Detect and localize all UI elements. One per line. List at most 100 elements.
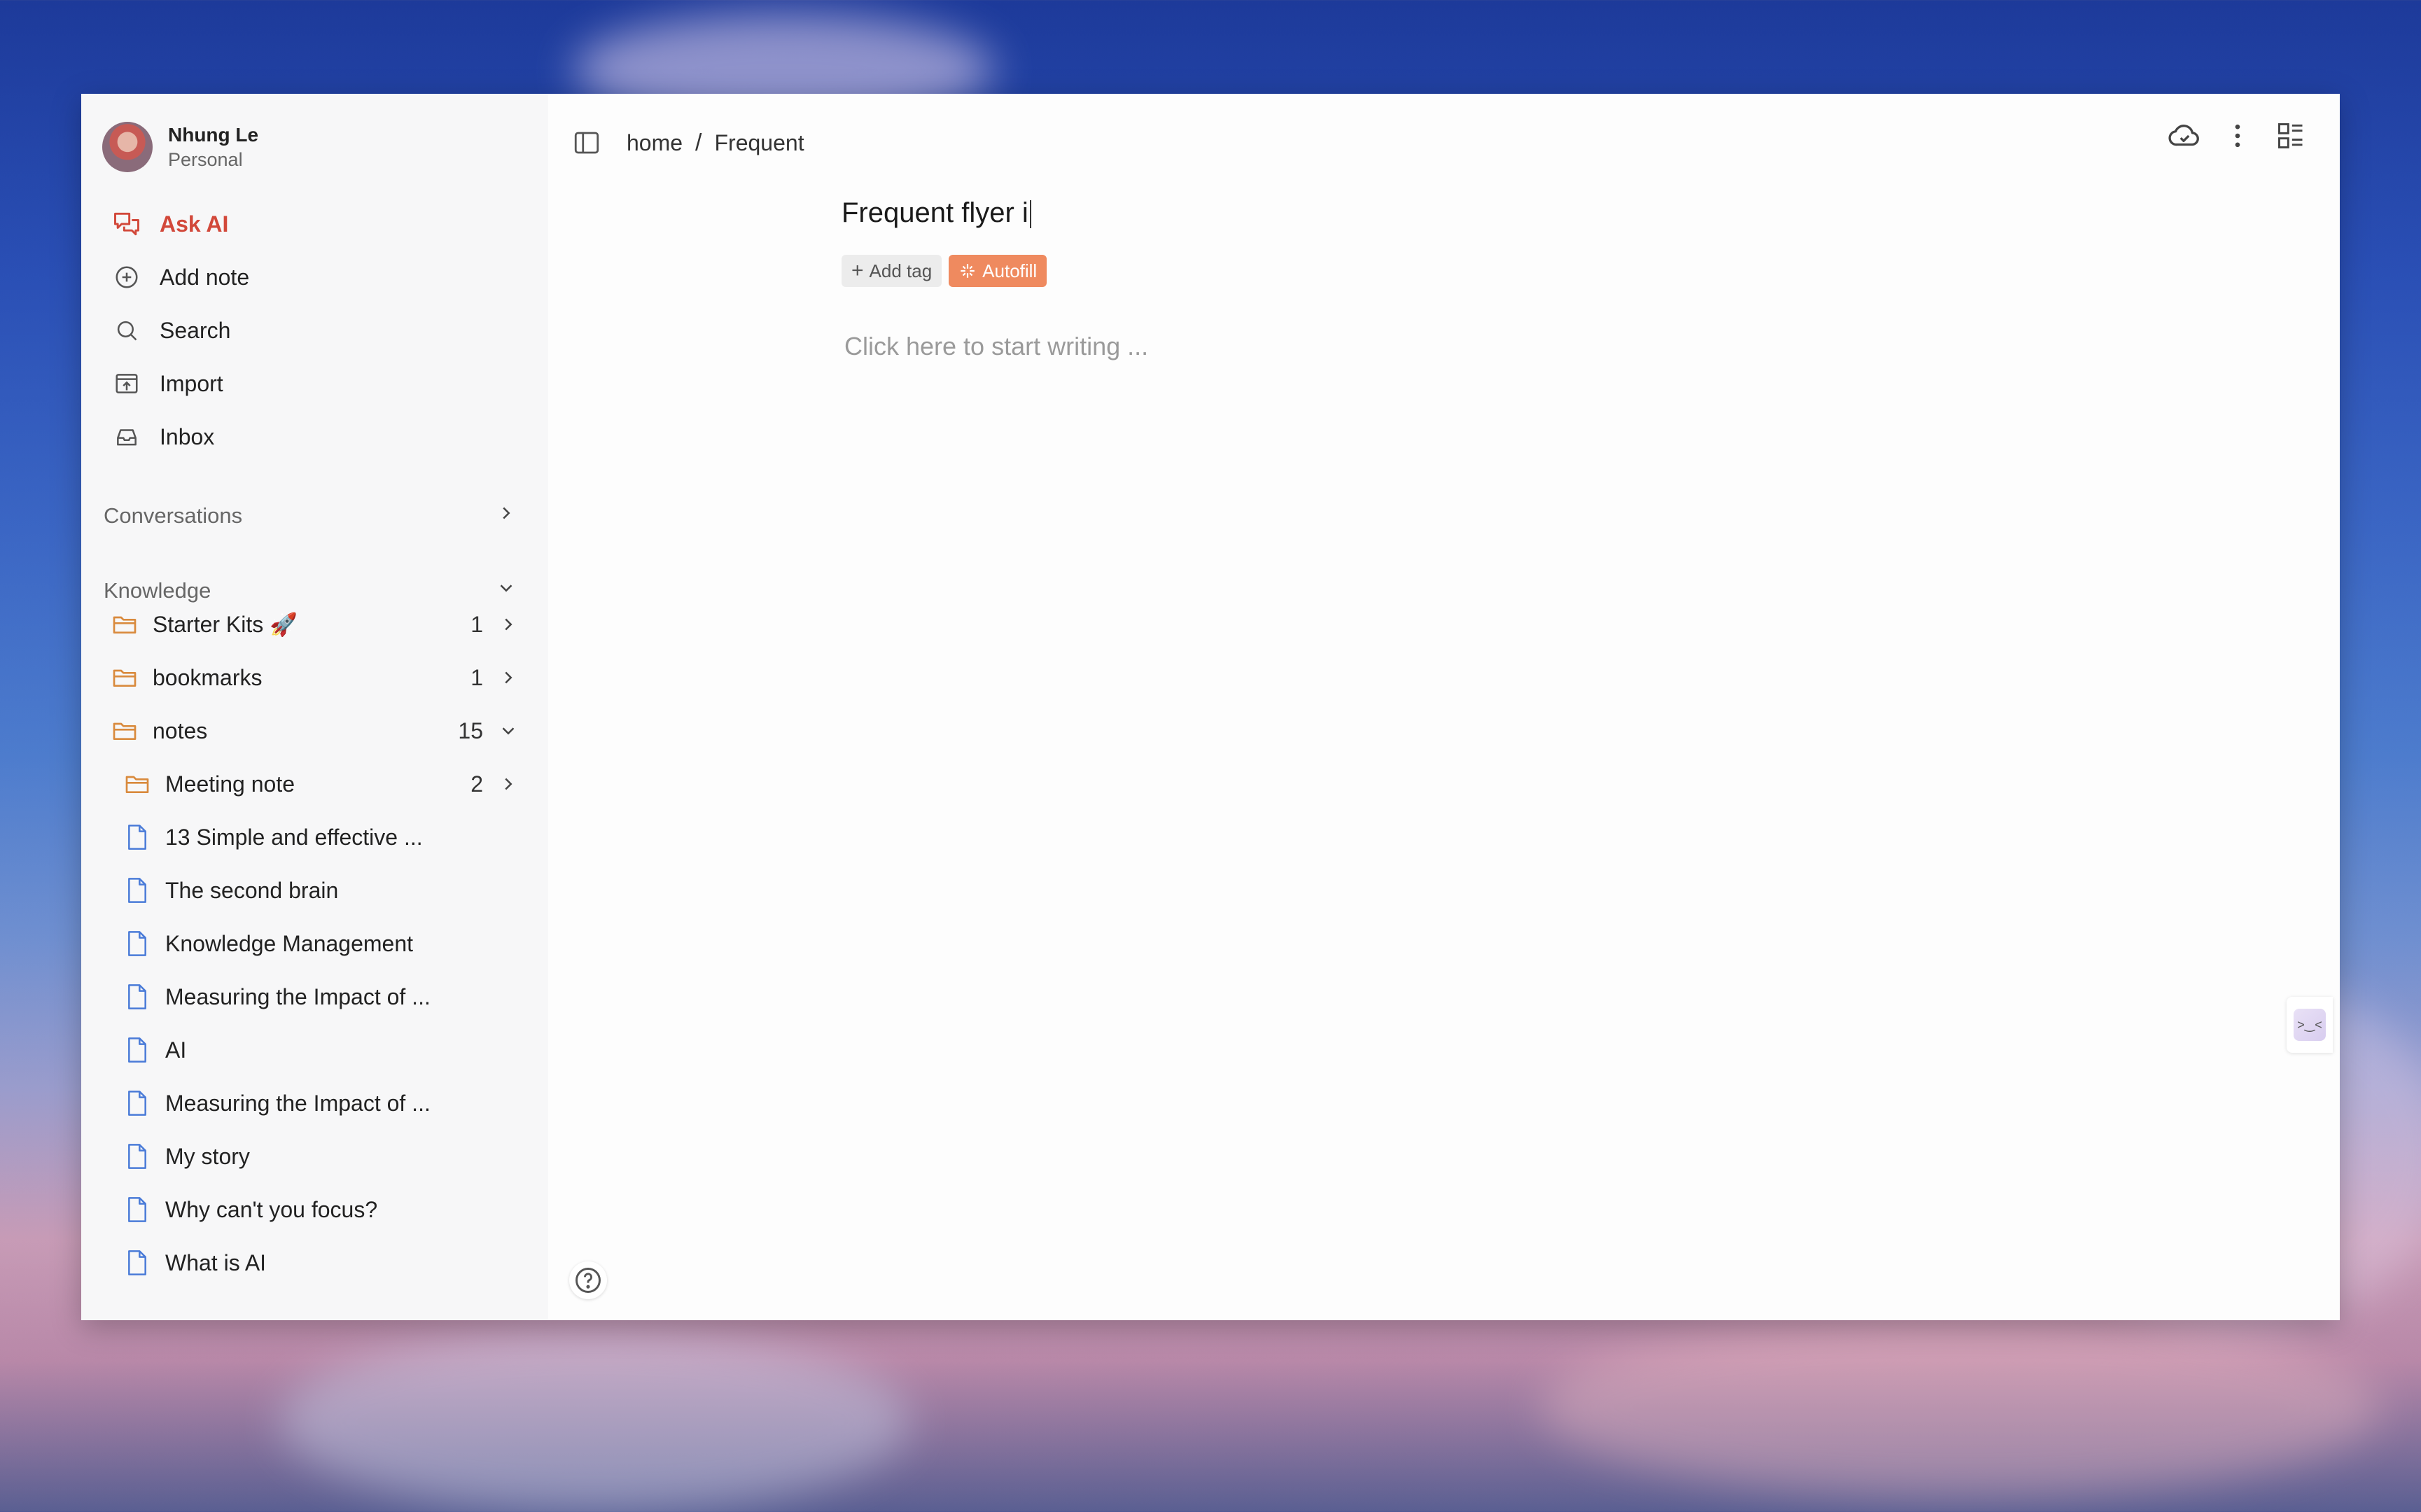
chevron-right-icon[interactable] <box>494 664 522 692</box>
assistant-widget[interactable]: >‿< <box>2287 997 2333 1053</box>
note-label: Knowledge Management <box>165 930 414 956</box>
folder-meeting-note[interactable]: Meeting note 2 <box>122 763 522 805</box>
folder-icon <box>109 609 140 640</box>
note-label: Measuring the Impact of ... <box>165 1090 431 1116</box>
note-title-text: Frequent flyer i <box>842 197 1028 228</box>
document-icon <box>122 1035 153 1065</box>
document-icon <box>122 1141 153 1172</box>
conversations-label: Conversations <box>104 503 243 528</box>
search-button[interactable]: Search <box>109 309 230 351</box>
add-note-label: Add note <box>160 264 250 290</box>
breadcrumb-separator: / <box>695 129 702 156</box>
top-bar: home / Frequent <box>548 122 2340 164</box>
folder-notes[interactable]: notes 15 <box>109 710 522 752</box>
note-item[interactable]: My story <box>122 1135 250 1177</box>
plus-circle-icon <box>109 260 144 295</box>
document-icon <box>122 1247 153 1278</box>
document-icon <box>122 1194 153 1225</box>
assistant-face-icon: >‿< <box>2294 1009 2326 1041</box>
folder-bookmarks[interactable]: bookmarks 1 <box>109 657 522 699</box>
sparkle-icon <box>958 262 977 280</box>
note-item[interactable]: Why can't you focus? <box>122 1189 377 1231</box>
note-item[interactable]: 13 Simple and effective ... <box>122 816 423 858</box>
conversations-section-header[interactable]: Conversations <box>104 498 517 533</box>
add-note-button[interactable]: Add note <box>109 256 249 298</box>
inbox-icon <box>109 419 144 454</box>
main-content: home / Frequent Frequent flyer i + Add t… <box>548 94 2340 1320</box>
import-icon <box>109 366 144 401</box>
more-vertical-icon[interactable] <box>2217 115 2259 157</box>
folder-label: Starter Kits 🚀 <box>153 612 298 637</box>
note-label: AI <box>165 1037 187 1063</box>
folder-starter-kits[interactable]: Starter Kits 🚀 1 <box>109 603 522 645</box>
avatar <box>102 122 153 172</box>
inbox-button[interactable]: Inbox <box>109 416 214 458</box>
autofill-label: Autofill <box>982 260 1038 281</box>
sidebar: Nhung Le Personal Ask AI Add note Search <box>81 94 548 1320</box>
background-cloud <box>1540 1316 2380 1498</box>
chat-bubbles-icon <box>109 206 144 241</box>
folder-icon <box>109 662 140 693</box>
folder-label: Meeting note <box>165 771 295 797</box>
ask-ai-button[interactable]: Ask AI <box>109 203 228 245</box>
document-icon <box>122 928 153 959</box>
app-window: Nhung Le Personal Ask AI Add note Search <box>81 94 2340 1320</box>
toggle-sidebar-icon[interactable] <box>572 128 601 158</box>
note-label: What is AI <box>165 1250 267 1275</box>
plus-icon: + <box>851 259 864 282</box>
chevron-right-icon[interactable] <box>496 503 517 529</box>
search-icon <box>109 313 144 348</box>
inbox-label: Inbox <box>160 424 215 449</box>
document-icon <box>122 981 153 1012</box>
folder-label: bookmarks <box>153 664 263 690</box>
note-label: Why can't you focus? <box>165 1196 378 1222</box>
knowledge-label: Knowledge <box>104 578 211 603</box>
search-label: Search <box>160 317 231 343</box>
note-item[interactable]: The second brain <box>122 869 338 911</box>
note-item[interactable]: Measuring the Impact of ... <box>122 1082 431 1124</box>
profile-name: Nhung Le <box>168 123 259 146</box>
cloud-sync-icon[interactable] <box>2163 115 2205 157</box>
chevron-down-icon[interactable] <box>496 578 517 604</box>
top-actions <box>2152 115 2312 157</box>
folder-count: 2 <box>470 771 483 797</box>
folder-label: notes <box>153 718 208 743</box>
chevron-down-icon[interactable] <box>494 717 522 745</box>
note-title-input[interactable]: Frequent flyer i <box>842 197 1031 229</box>
chevron-right-icon[interactable] <box>494 610 522 638</box>
note-label: My story <box>165 1143 250 1169</box>
folder-count: 1 <box>470 664 483 690</box>
chevron-right-icon[interactable] <box>494 770 522 798</box>
note-item[interactable]: Measuring the Impact of ... <box>122 976 431 1018</box>
workspace-name: Personal <box>168 148 243 170</box>
note-item[interactable]: Knowledge Management <box>122 923 413 965</box>
autofill-button[interactable]: Autofill <box>949 255 1047 287</box>
breadcrumb-home[interactable]: home <box>627 130 683 156</box>
note-item[interactable]: AI <box>122 1029 186 1071</box>
import-label: Import <box>160 370 223 396</box>
import-button[interactable]: Import <box>109 363 223 405</box>
add-tag-button[interactable]: + Add tag <box>842 255 942 287</box>
add-tag-label: Add tag <box>869 260 933 281</box>
note-item[interactable]: What is AI <box>122 1242 266 1284</box>
document-icon <box>122 875 153 906</box>
folder-icon <box>122 769 153 799</box>
help-button[interactable] <box>569 1261 607 1299</box>
folder-count: 1 <box>470 611 483 637</box>
note-label: The second brain <box>165 877 339 903</box>
document-icon <box>122 1088 153 1119</box>
tag-row: + Add tag Autofill <box>842 255 1047 287</box>
folder-open-icon <box>109 715 140 746</box>
folder-count: 15 <box>458 718 483 743</box>
question-circle-icon <box>573 1265 603 1296</box>
editor-body[interactable]: Click here to start writing ... <box>844 332 1148 361</box>
ask-ai-label: Ask AI <box>160 211 229 237</box>
note-label: Measuring the Impact of ... <box>165 983 431 1009</box>
note-label: 13 Simple and effective ... <box>165 824 423 850</box>
background-cloud <box>280 1330 910 1512</box>
profile[interactable]: Nhung Le Personal <box>102 122 258 172</box>
text-caret <box>1029 200 1031 229</box>
layout-panel-icon[interactable] <box>2270 115 2312 157</box>
breadcrumb-current[interactable]: Frequent <box>715 130 804 156</box>
document-icon <box>122 822 153 853</box>
